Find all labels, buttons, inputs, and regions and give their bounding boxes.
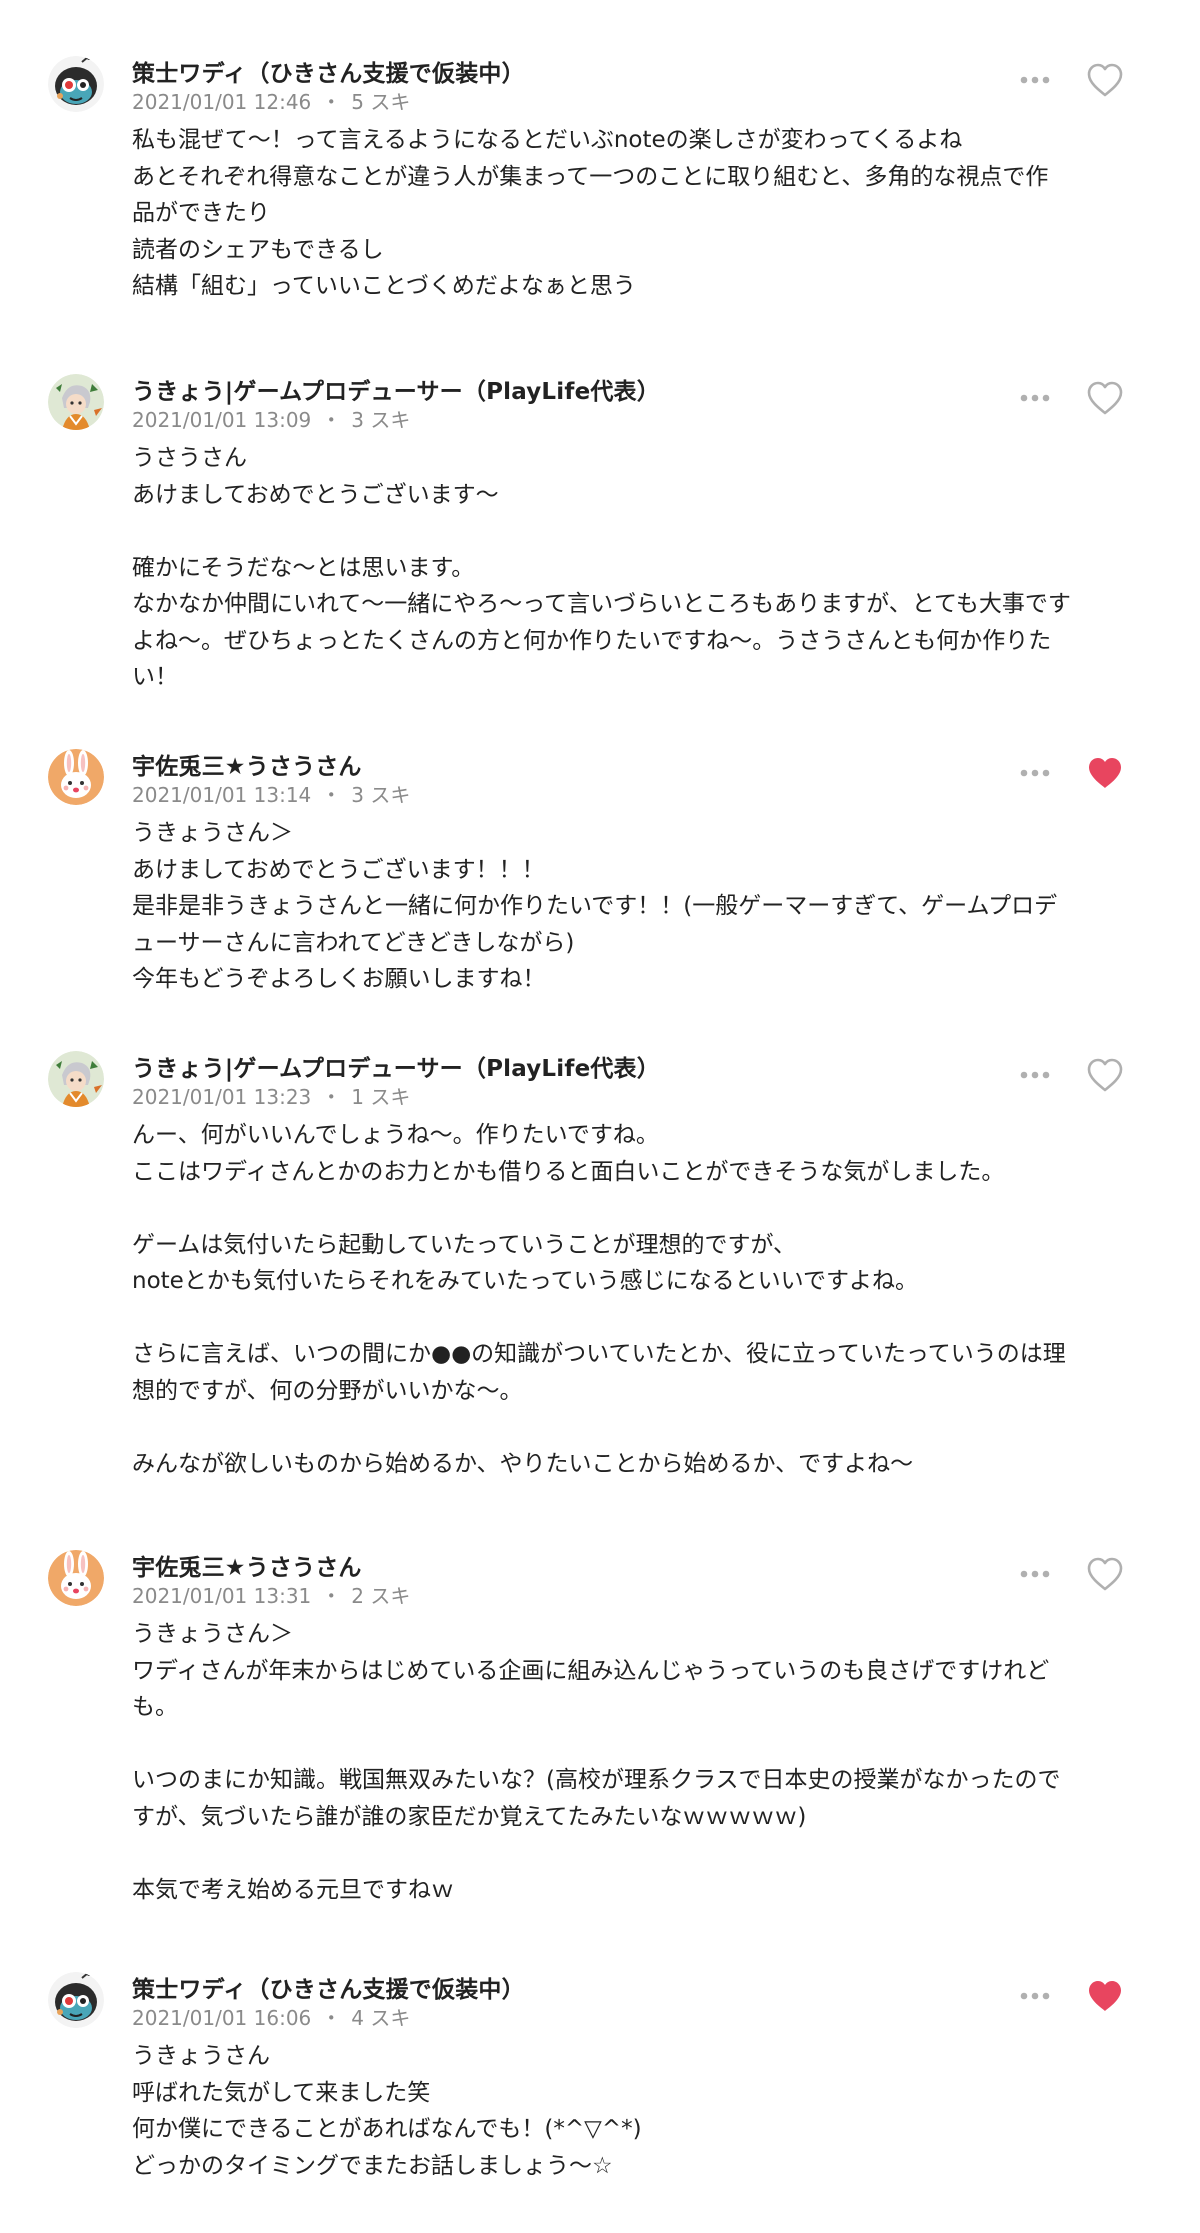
meta-separator: ・ xyxy=(321,408,342,432)
comment-text-line: あとそれぞれ得意なことが違う人が集まって一つのことに取り組むと、多角的な視点で作 xyxy=(132,163,1049,190)
comment-text-line: みんなが欲しいものから始めるか、やりたいことから始めるか、ですよね〜 xyxy=(132,1450,914,1477)
comment-text-line: んー、何がいいんでしょうね〜。作りたいですね。 xyxy=(132,1122,659,1148)
comment-text-line: ゲームは気付いたら起動していたっていうことが理想的ですが、 xyxy=(132,1231,797,1258)
comment-text-line: 本気で考え始める元旦ですねｗ xyxy=(132,1876,454,1903)
comment-body: うきょうさん＞ ワディさんが年末からはじめている企画に組み込んじゃうっていうのも良… xyxy=(132,1616,1132,1908)
more-options-icon[interactable] xyxy=(1018,70,1052,90)
comment-text-line: よね〜。ぜひちょっとたくさんの方と何か作りたいですね〜。うさうさんとも何か作りた xyxy=(132,627,1052,654)
comment-text-line: ワディさんが年末からはじめている企画に組み込んじゃうっていうのも良さげですけれど xyxy=(132,1657,1050,1684)
comment-date: 2021/01/01 13:14 xyxy=(132,783,312,807)
comment-author-name[interactable]: うきょう|ゲームプロデューサー（PlayLife代表） xyxy=(132,1049,660,1083)
comment-meta: 2021/01/01 13:14 ・ 3 スキ xyxy=(132,779,410,808)
comment-text-line: ここはワディさんとかのお力とかも借りると面白いことができそうな気がしました。 xyxy=(132,1158,1005,1185)
comment-text-line: 私も混ぜて〜！って言えるようになるとだいぶnoteの楽しさが変わってくるよね xyxy=(132,127,963,153)
comment-text-line: 呼ばれた気がして来ました笑 xyxy=(132,2079,431,2106)
robot-avatar-icon[interactable] xyxy=(48,1972,104,2028)
comment-meta: 2021/01/01 12:46 ・ 5 スキ xyxy=(132,86,410,115)
comment-text-line: なかなか仲間にいれて〜一緒にやろ〜って言いづらいところもありますが、とても大事で… xyxy=(132,591,1071,617)
comment-text-line: noteとかも気付いたらそれをみていたっていう感じになるといいですよね。 xyxy=(132,1268,918,1294)
more-options-icon[interactable] xyxy=(1018,388,1052,408)
comment-date: 2021/01/01 16:06 xyxy=(132,2006,312,2030)
comment-text-line: うさうさん xyxy=(132,445,247,471)
comment-date: 2021/01/01 13:31 xyxy=(132,1584,312,1608)
more-options-icon[interactable] xyxy=(1018,1065,1052,1085)
rabbit-avatar-icon[interactable] xyxy=(48,1550,104,1606)
comment-text-line: あけましておめでとうございます！！！ xyxy=(132,856,545,883)
like-count[interactable]: 1 スキ xyxy=(351,1085,410,1109)
comment-text-line: 品ができたり xyxy=(132,200,270,226)
comment-text-line xyxy=(132,1409,1132,1446)
meta-separator: ・ xyxy=(321,2006,342,2030)
comment-text-line: うきょうさん xyxy=(132,2043,270,2069)
comment-text-line: 読者のシェアもできるし xyxy=(132,236,384,263)
comment-body: うきょうさん呼ばれた気がして来ました笑何か僕にできることがあればなんでも！(*^… xyxy=(132,2038,1132,2184)
comment-date: 2021/01/01 12:46 xyxy=(132,90,312,114)
comment-text-line: うきょうさん＞ xyxy=(132,820,293,846)
comment-text-line xyxy=(132,513,1132,550)
comment-text-line: 確かにそうだな〜とは思います。 xyxy=(132,554,475,581)
comment-text-line: すが、気づいたら誰が誰の家臣だか覚えてたみたいなｗｗｗｗｗ) xyxy=(132,1803,807,1830)
like-count[interactable]: 3 スキ xyxy=(351,408,410,432)
comment-text-line: どっかのタイミングでまたお話しましょう〜☆ xyxy=(132,2152,613,2179)
comment-meta: 2021/01/01 13:09 ・ 3 スキ xyxy=(132,404,410,433)
comment-body: 私も混ぜて〜！って言えるようになるとだいぶnoteの楽しさが変わってくるよねあと… xyxy=(132,122,1132,305)
like-count[interactable]: 2 スキ xyxy=(351,1584,410,1608)
heart-icon[interactable] xyxy=(1086,62,1124,98)
robot-avatar-icon[interactable] xyxy=(48,56,104,112)
meta-separator: ・ xyxy=(321,1584,342,1608)
like-count[interactable]: 4 スキ xyxy=(351,2006,410,2030)
rabbit-avatar-icon[interactable] xyxy=(48,749,104,805)
meta-separator: ・ xyxy=(321,783,342,807)
comment-text-line: 何か僕にできることがあればなんでも！(*^▽^*) xyxy=(132,2116,642,2142)
meta-separator: ・ xyxy=(321,1085,342,1109)
comment-text-line: 今年もどうぞよろしくお願いしますね！ xyxy=(132,966,546,992)
heart-icon[interactable] xyxy=(1086,1556,1124,1592)
comment-meta: 2021/01/01 13:31 ・ 2 スキ xyxy=(132,1580,410,1609)
comment-meta: 2021/01/01 13:23 ・ 1 スキ xyxy=(132,1081,410,1110)
comment-text-line: い！ xyxy=(132,664,178,690)
comment-body: うさうさんあけましておめでとうございます〜 確かにそうだな〜とは思います。なかなか… xyxy=(132,440,1132,696)
comment-author-name[interactable]: 策士ワディ（ひきさん支援で仮装中） xyxy=(132,54,525,88)
comment-text-line: さらに言えば、いつの間にか●●の知識がついていたとか、役に立っていたっていうのは… xyxy=(132,1341,1066,1367)
comment-text-line: ューサーさんに言われてどきどきしながら) xyxy=(132,929,575,956)
meta-separator: ・ xyxy=(321,90,342,114)
heart-icon[interactable] xyxy=(1086,755,1124,791)
comment-text-line xyxy=(132,1726,1132,1763)
comment-date: 2021/01/01 13:09 xyxy=(132,408,312,432)
comment-author-name[interactable]: うきょう|ゲームプロデューサー（PlayLife代表） xyxy=(132,372,660,406)
character-avatar-icon[interactable] xyxy=(48,374,104,430)
comment-text-line: いつのまにか知識。戦国無双みたいな？(高校が理系クラスで日本史の授業がなかったの… xyxy=(132,1767,1061,1793)
heart-icon[interactable] xyxy=(1086,1978,1124,2014)
more-options-icon[interactable] xyxy=(1018,763,1052,783)
comment-text-line xyxy=(132,1835,1132,1872)
comment-text-line xyxy=(132,1190,1132,1227)
heart-icon[interactable] xyxy=(1086,380,1124,416)
comment-text-line: も。 xyxy=(132,1694,178,1720)
comment-author-name[interactable]: 宇佐兎三★うさうさん xyxy=(132,1548,362,1582)
comment-text-line: 結構「組む」っていいことづくめだよなぁと思う xyxy=(132,273,636,299)
comment-author-name[interactable]: 宇佐兎三★うさうさん xyxy=(132,747,362,781)
like-count[interactable]: 5 スキ xyxy=(351,90,410,114)
comment-body: うきょうさん＞ あけましておめでとうございます！！！ 是非是非うきょうさんと一緒に何… xyxy=(132,815,1132,998)
comment-text-line: 想的ですが、何の分野がいいかな〜。 xyxy=(132,1377,523,1404)
comment-text-line: 是非是非うきょうさんと一緒に何か作りたいです！！(一般ゲーマーすぎて、ゲームプロ… xyxy=(132,893,1058,919)
heart-icon[interactable] xyxy=(1086,1057,1124,1093)
comment-date: 2021/01/01 13:23 xyxy=(132,1085,312,1109)
comment-body: んー、何がいいんでしょうね〜。作りたいですね。ここはワディさんとかのお力とかも借… xyxy=(132,1117,1132,1482)
comment-meta: 2021/01/01 16:06 ・ 4 スキ xyxy=(132,2002,410,2031)
character-avatar-icon[interactable] xyxy=(48,1051,104,1107)
comment-text-line xyxy=(132,1300,1132,1337)
comment-text-line: うきょうさん＞ xyxy=(132,1621,293,1647)
comment-text-line: あけましておめでとうございます〜 xyxy=(132,481,499,508)
like-count[interactable]: 3 スキ xyxy=(351,783,410,807)
more-options-icon[interactable] xyxy=(1018,1564,1052,1584)
comment-author-name[interactable]: 策士ワディ（ひきさん支援で仮装中） xyxy=(132,1970,525,2004)
more-options-icon[interactable] xyxy=(1018,1986,1052,2006)
